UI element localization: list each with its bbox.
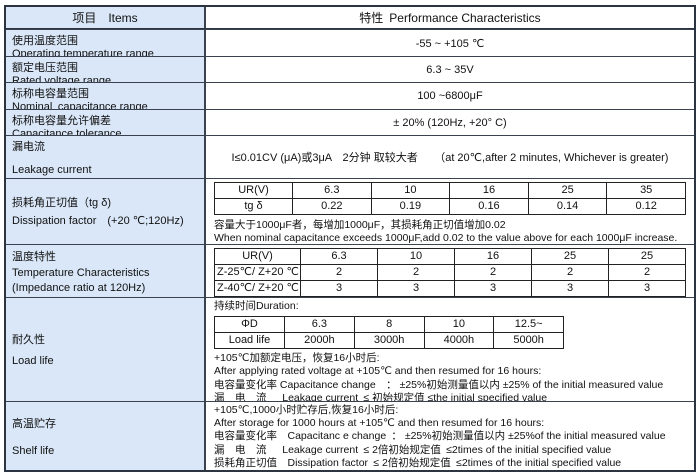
dissipation-factor-content: UR(V) 6.3 10 16 25 35 tg δ 0.22 0.19 0.1… [206,179,694,244]
table-row: Z-40℃/ Z+20 ℃ 3 3 3 3 3 [215,280,686,296]
dissipation-note-cn: 容量大于1000μF者，每增加1000μF，其损耗角正切值增加0.02 [214,218,694,232]
shelf-life-leakage-current: 漏 电 流 Leakage current ≤ 2倍初始规定值 ≤2times … [214,444,694,457]
row-capacitance-tolerance: 标称电容量允许偏差 Capacitance tolerance ± 20% (1… [6,109,694,135]
duration-title: 持续时间Duration: [214,300,694,313]
label-en: Temperature Characteristics [12,267,198,279]
dissipation-factor-label-cell: 损耗角正切值（tg δ) Dissipation factor (+20 ℃;1… [6,179,206,244]
leakage-current-value: I≤0.01CV (μA)或3μA 2分钟 取较大者 （at 20℃,after… [206,136,694,178]
row-temperature-characteristics: 温度特性 Temperature Characteristics (Impeda… [6,244,694,297]
label-cn: 漏电流 [12,138,198,154]
shelf-life-label-cell: 高温贮存 Shelf life [6,402,206,470]
label-cn: 额定电压范围 [12,59,198,75]
rated-voltage-label-cell: 额定电压范围 Rated voltage range [6,57,206,82]
duration-table: ΦD 6.3 8 10 12.5~ Load life 2000h 3000h … [214,316,564,349]
ur-header-cell: UR(V) [215,248,301,264]
label-en2: (Impedance ratio at 120Hz) [12,282,198,294]
nominal-capacitance-value: 100 ~6800μF [206,83,694,109]
label-cn: 使用温度范围 [12,32,198,48]
row-shelf-life: 高温贮存 Shelf life +105℃,1000小时贮存后,恢复16小时后:… [6,401,694,470]
row-nominal-capacitance: 标称电容量范围 Nominal capacitance range 100 ~6… [6,82,694,109]
row-load-life: 耐久性 Load life 持续时间Duration: ΦD 6.3 8 10 … [6,297,694,401]
shelf-life-capacitance-change: 电容量变化率 Capacitanc e change ： ±25%初始测量值以内… [214,430,694,443]
ur-header-cell: UR(V) [215,182,293,198]
header-characteristics-cell: 特性 Performance Characteristics [206,7,694,28]
tg-delta-label: tg δ [215,198,293,214]
table-row: tg δ 0.22 0.19 0.16 0.14 0.12 [215,198,686,214]
load-life-condition-en: After applying rated voltage at +105℃ an… [214,365,694,378]
phi-d-header-cell: ΦD [215,317,285,333]
header-characteristics-label: 特性 Performance Characteristics [359,9,540,26]
impedance-ratio-table: UR(V) 6.3 10 16 25 25 Z-25℃/ Z+20 ℃ 2 2 … [214,248,686,297]
nominal-capacitance-label-cell: 标称电容量范围 Nominal capacitance range [6,83,206,109]
temperature-characteristics-content: UR(V) 6.3 10 16 25 25 Z-25℃/ Z+20 ℃ 2 2 … [206,245,694,297]
header-items-label: 项目 Items [72,9,137,26]
temperature-characteristics-label-cell: 温度特性 Temperature Characteristics (Impeda… [6,245,206,297]
load-life-condition-cn: +105℃加额定电压，恢复16小时后: [214,352,694,365]
operating-temperature-label-cell: 使用温度范围 Operating temperature range [6,30,206,56]
dissipation-factor-table: UR(V) 6.3 10 16 25 35 tg δ 0.22 0.19 0.1… [214,182,686,215]
performance-characteristics-table: 项目 Items 特性 Performance Characteristics … [4,5,696,472]
capacitance-tolerance-value: ± 20% (120Hz, +20° C) [206,110,694,135]
table-row: Z-25℃/ Z+20 ℃ 2 2 2 2 2 [215,264,686,280]
shelf-life-condition-cn: +105℃,1000小时贮存后,恢复16小时后: [214,404,694,417]
row-dissipation-factor: 损耗角正切值（tg δ) Dissipation factor (+20 ℃;1… [6,178,694,244]
capacitance-tolerance-label-cell: 标称电容量允许偏差 Capacitance tolerance [6,110,206,135]
row-operating-temperature: 使用温度范围 Operating temperature range -55 ~… [6,29,694,56]
label-cn: 高温贮存 [12,415,198,431]
row-leakage-current: 漏电流 Leakage current I≤0.01CV (μA)或3μA 2分… [6,135,694,178]
shelf-life-content: +105℃,1000小时贮存后,恢复16小时后: After storage f… [206,402,694,470]
label-cn: 耐久性 [12,331,198,347]
label-en: Dissipation factor (+20 ℃;120Hz) [12,214,198,227]
label-cn: 标称电容量允许偏差 [12,112,198,128]
table-row: ΦD 6.3 8 10 12.5~ [215,317,564,333]
table-row: UR(V) 6.3 10 16 25 25 [215,248,686,264]
shelf-life-condition-en: After storage for 1000 hours at +105℃ an… [214,417,694,430]
operating-temperature-value: -55 ~ +105 ℃ [206,30,694,56]
header-items-cell: 项目 Items [6,7,206,28]
load-life-capacitance-change: 电容量变化率 Capacitance change ： ±25%初始测量值以内 … [214,379,694,392]
label-cn: 损耗角正切值（tg δ) [12,196,198,210]
load-life-label-cell: 耐久性 Load life [6,298,206,401]
datasheet-page: 项目 Items 特性 Performance Characteristics … [0,0,700,475]
leakage-current-label-cell: 漏电流 Leakage current [6,136,206,178]
label-cn: 温度特性 [12,248,198,264]
shelf-life-dissipation-factor: 损耗角正切值 Dissipation factor ≤ 2倍初始规定值 ≤2ti… [214,457,694,470]
table-row: UR(V) 6.3 10 16 25 35 [215,182,686,198]
row-rated-voltage: 额定电压范围 Rated voltage range 6.3 ~ 35V [6,56,694,82]
load-life-content: 持续时间Duration: ΦD 6.3 8 10 12.5~ Load lif… [206,298,694,401]
label-en: Shelf life [12,445,198,457]
label-cn: 标称电容量范围 [12,85,198,101]
label-en: Leakage current [12,164,198,176]
table-header-row: 项目 Items 特性 Performance Characteristics [6,7,694,29]
label-en: Load life [12,355,198,367]
table-row: Load life 2000h 3000h 4000h 5000h [215,333,564,349]
rated-voltage-value: 6.3 ~ 35V [206,57,694,82]
